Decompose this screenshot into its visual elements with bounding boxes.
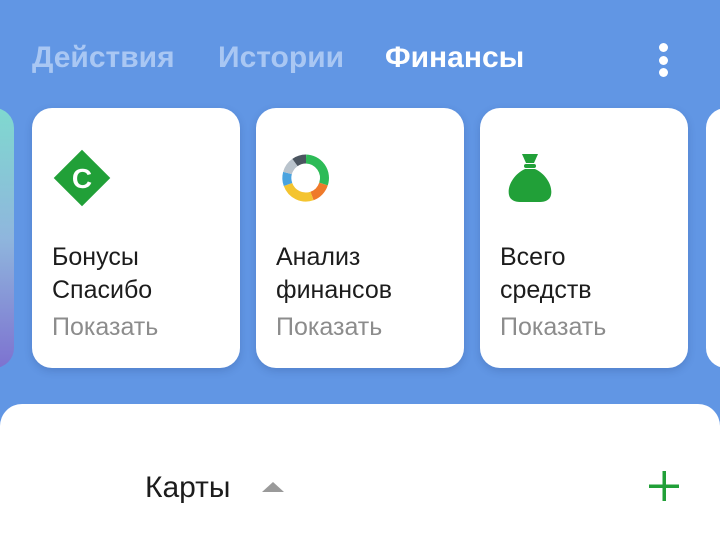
menu-dot (658, 43, 668, 52)
tab-actions[interactable]: Действия (32, 38, 175, 78)
finance-analysis-donut-icon (282, 154, 329, 202)
card-show-link[interactable]: Показать (500, 311, 606, 343)
card-title-line: средств (500, 276, 592, 304)
cards-section-title[interactable]: Карты (145, 470, 231, 506)
menu-dot (658, 68, 668, 77)
top-tabs: Действия Истории Финансы (0, 0, 720, 110)
finance-cards-carousel[interactable]: С Бонусы Спасибо Показать Анализ финансо… (0, 108, 720, 370)
card-spasibo-bonuses[interactable]: С Бонусы Спасибо Показать (32, 108, 240, 368)
previous-card-peek[interactable] (0, 108, 14, 368)
more-vertical-icon[interactable] (650, 40, 676, 80)
card-title: Анализ финансов (276, 241, 456, 307)
card-title: Всего средств (500, 241, 680, 307)
card-title-line: финансов (276, 276, 393, 304)
cards-section: Карты (0, 404, 720, 536)
spasibo-letter: С (72, 163, 92, 194)
tab-finances[interactable]: Финансы (385, 38, 524, 78)
card-finance-analysis[interactable]: Анализ финансов Показать (256, 108, 464, 368)
spasibo-bonus-icon: С (53, 149, 111, 207)
menu-dot (658, 55, 668, 65)
card-title-line: Всего (500, 243, 566, 271)
card-title-line: Бонусы (52, 243, 139, 271)
card-total-funds[interactable]: Всего средств Показать (480, 108, 688, 368)
card-title: Бонусы Спасибо (52, 241, 232, 307)
caret-up-icon[interactable] (262, 482, 284, 492)
plus-icon[interactable] (646, 468, 682, 504)
card-show-link[interactable]: Показать (52, 311, 158, 343)
money-bag-icon (508, 154, 552, 202)
card-show-link[interactable]: Показать (276, 311, 382, 343)
card-title-line: Анализ (276, 243, 361, 271)
card-title-line: Спасибо (52, 276, 153, 304)
next-card-peek[interactable] (706, 108, 720, 368)
tab-stories[interactable]: Истории (218, 38, 344, 78)
